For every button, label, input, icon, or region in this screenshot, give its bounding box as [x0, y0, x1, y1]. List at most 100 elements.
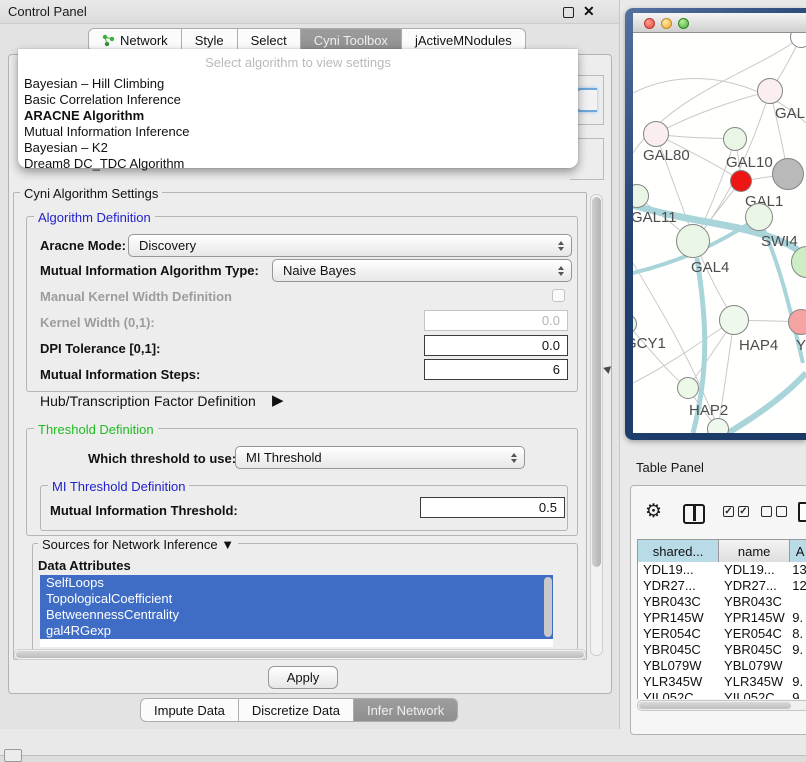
- network-node-gal10[interactable]: [723, 127, 747, 151]
- network-node-label: GAL: [775, 105, 805, 122]
- float-window-icon[interactable]: [563, 7, 574, 18]
- algorithm-option[interactable]: Basic Correlation Inference: [22, 92, 574, 108]
- dpi-tolerance-label: DPI Tolerance [0,1]:: [40, 341, 160, 356]
- network-canvas[interactable]: GALGAL80GAL10GAL1GAL11SWI4GAL4GCY1HAP4YH…: [633, 33, 806, 433]
- mi-algorithm-type-label: Mutual Information Algorithm Type:: [40, 263, 259, 278]
- table-row[interactable]: YDL19... YDL19... 13: [638, 562, 806, 578]
- network-node-label: HAP4: [739, 337, 778, 354]
- apply-button[interactable]: Apply: [268, 666, 338, 689]
- network-node-hap2[interactable]: [677, 377, 699, 399]
- tab-label: Discretize Data: [252, 703, 340, 718]
- algorithm-select-popup: Select algorithm to view settings Bayesi…: [18, 49, 578, 168]
- attribute-item-selected[interactable]: gal4RGexp: [40, 623, 553, 639]
- attribute-item-selected[interactable]: SelfLoops: [40, 575, 553, 591]
- aracne-mode-label: Aracne Mode:: [40, 238, 126, 253]
- sources-group-title: Sources for Network Inference ▼: [38, 537, 238, 552]
- tab-label: Network: [120, 33, 168, 48]
- network-node[interactable]: [707, 418, 729, 433]
- stepper-arrows-icon: [511, 447, 517, 468]
- table-row[interactable]: YIL052C YIL052C 9: [638, 690, 806, 699]
- algorithm-option[interactable]: Bayesian – K2: [22, 140, 574, 156]
- table-row[interactable]: YLR345W YLR345W 9.: [638, 674, 806, 690]
- table-header-row: shared... name A: [638, 540, 806, 562]
- mi-threshold-field[interactable]: 0.5: [420, 497, 565, 518]
- table-row[interactable]: YPR145W YPR145W 9.: [638, 610, 806, 626]
- bottom-left-collapsed-button[interactable]: [4, 749, 22, 762]
- close-traffic-light-icon[interactable]: [644, 18, 655, 29]
- collapse-triangle-icon[interactable]: ▼: [221, 537, 234, 552]
- aracne-mode-combobox[interactable]: Discovery: [128, 234, 572, 257]
- settings-horizontal-scrollbar[interactable]: [14, 649, 586, 660]
- network-node-label: GAL80: [643, 147, 690, 164]
- table-body[interactable]: YDL19... YDL19... 13 YDR27... YDR27... 1…: [638, 562, 806, 699]
- network-view-window: GALGAL80GAL10GAL1GAL11SWI4GAL4GCY1HAP4YH…: [625, 8, 806, 440]
- table-row[interactable]: YBL079W YBL079W: [638, 658, 806, 674]
- network-node-label: SWI4: [761, 233, 798, 250]
- data-attributes-list[interactable]: SelfLoopsTopologicalCoefficientBetweenne…: [40, 575, 553, 647]
- data-attributes-label: Data Attributes: [38, 558, 131, 573]
- tab-impute-data[interactable]: Impute Data: [140, 698, 239, 722]
- mi-steps-field[interactable]: 6: [424, 359, 568, 380]
- attribute-item-selected[interactable]: BetweennessCentrality: [40, 607, 553, 623]
- tab-discretize-data[interactable]: Discretize Data: [239, 698, 354, 722]
- algorithm-option-list: Bayesian – Hill Climbing Basic Correlati…: [22, 76, 574, 172]
- unchecked-checkbox-icon[interactable]: [776, 506, 787, 517]
- threshold-definition-title: Threshold Definition: [34, 422, 158, 437]
- algorithm-option[interactable]: Bayesian – Hill Climbing: [22, 76, 574, 92]
- minimize-traffic-light-icon[interactable]: [661, 18, 672, 29]
- zoom-traffic-light-icon[interactable]: [678, 18, 689, 29]
- control-panel-titlebar: Control Panel ✕: [0, 0, 619, 24]
- network-node-swi4[interactable]: [745, 203, 773, 231]
- algorithm-option[interactable]: Mutual Information Inference: [22, 124, 574, 140]
- network-node-gal[interactable]: [757, 78, 783, 104]
- manual-kernel-width-label: Manual Kernel Width Definition: [40, 289, 232, 304]
- split-columns-icon[interactable]: [683, 504, 705, 524]
- expand-arrow-icon[interactable]: ▶: [272, 391, 284, 409]
- dpi-tolerance-field[interactable]: 0.0: [424, 335, 568, 356]
- checked-checkbox-icon[interactable]: ✓: [723, 506, 734, 517]
- table-row[interactable]: YER054C YER054C 8.: [638, 626, 806, 642]
- table-horizontal-scrollbar[interactable]: [637, 700, 806, 711]
- network-node-gal1[interactable]: [730, 170, 752, 192]
- settings-group-title: Cyni Algorithm Settings: [20, 186, 162, 201]
- control-panel-title: Control Panel: [8, 4, 87, 19]
- settings-vertical-scrollbar[interactable]: [590, 194, 603, 656]
- bottom-status-strip: [0, 755, 806, 762]
- which-threshold-combobox[interactable]: MI Threshold: [235, 446, 525, 469]
- kernel-width-field[interactable]: 0.0: [424, 310, 568, 331]
- network-node-hap4[interactable]: [719, 305, 749, 335]
- aracne-mode-value: Discovery: [139, 238, 196, 253]
- table-row[interactable]: YBR045C YBR045C 9.: [638, 642, 806, 658]
- kernel-width-label: Kernel Width (0,1):: [40, 315, 155, 330]
- algorithm-option-selected[interactable]: ARACNE Algorithm: [22, 108, 574, 124]
- network-node[interactable]: [772, 158, 804, 190]
- checked-checkbox-icon[interactable]: ✓: [738, 506, 749, 517]
- network-node-label: HAP2: [689, 402, 728, 419]
- mi-algorithm-type-value: Naive Bayes: [283, 263, 356, 278]
- unchecked-checkbox-icon[interactable]: [761, 506, 772, 517]
- column-header-partial[interactable]: A: [790, 540, 806, 562]
- table-row[interactable]: YBR043C YBR043C: [638, 594, 806, 610]
- close-panel-icon[interactable]: ✕: [583, 3, 595, 20]
- tab-label: Cyni Toolbox: [314, 33, 388, 48]
- attribute-list-scrollbar[interactable]: [544, 577, 552, 637]
- column-header-shared[interactable]: shared...: [638, 540, 719, 562]
- network-node-gal4[interactable]: [676, 224, 710, 258]
- manual-kernel-width-checkbox[interactable]: [552, 289, 565, 302]
- document-icon[interactable]: [798, 502, 806, 522]
- hub-definition-label: Hub/Transcription Factor Definition: [40, 393, 256, 409]
- column-header-name[interactable]: name: [719, 540, 790, 562]
- algorithm-option[interactable]: Dream8 DC_TDC Algorithm: [22, 156, 574, 172]
- tab-label: Select: [251, 33, 287, 48]
- table-row[interactable]: YDR27... YDR27... 12: [638, 578, 806, 594]
- network-node-label: GAL11: [633, 209, 677, 226]
- network-node-label: GAL10: [726, 154, 773, 171]
- mi-threshold-group-title: MI Threshold Definition: [48, 479, 189, 494]
- tab-label: Style: [195, 33, 224, 48]
- attribute-item-selected[interactable]: TopologicalCoefficient: [40, 591, 553, 607]
- tab-infer-network[interactable]: Infer Network: [354, 698, 458, 722]
- gear-icon[interactable]: ⚙: [645, 502, 662, 521]
- network-node-gal80[interactable]: [643, 121, 669, 147]
- mi-algorithm-type-combobox[interactable]: Naive Bayes: [272, 259, 572, 282]
- stepper-arrows-icon: [558, 235, 564, 256]
